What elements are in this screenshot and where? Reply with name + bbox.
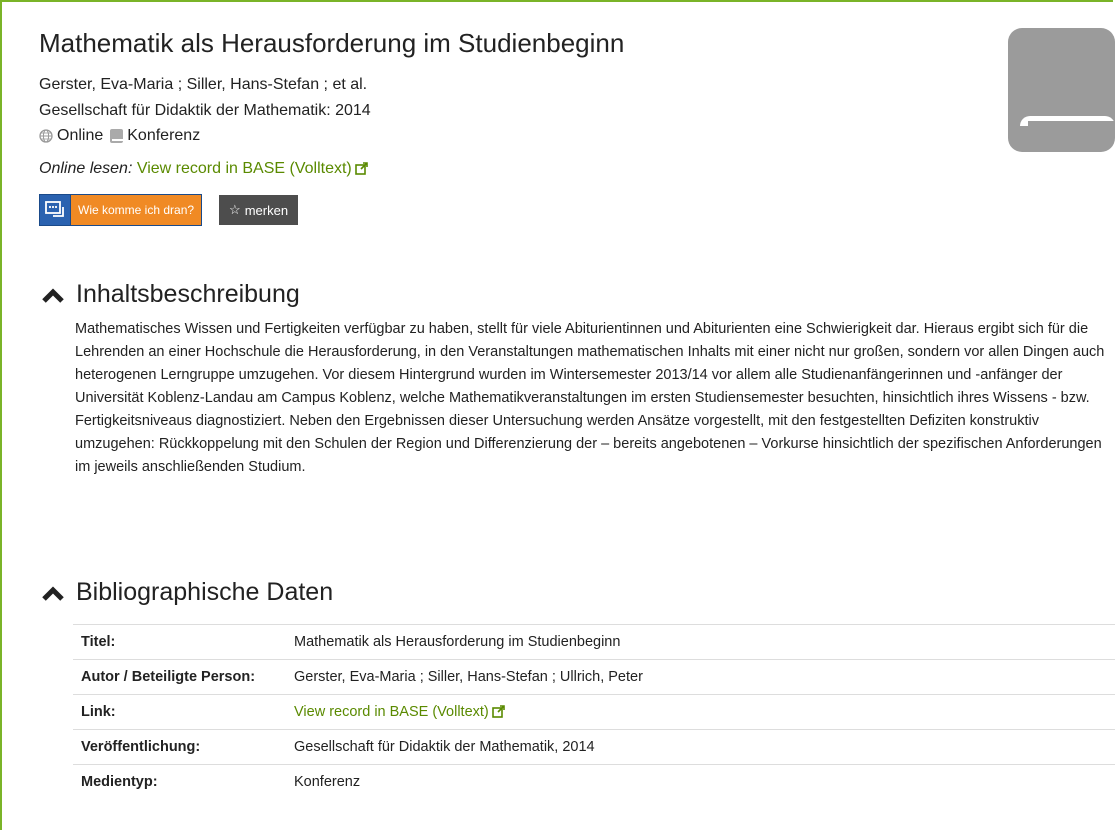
online-read-label: Online lesen: xyxy=(39,160,133,177)
publisher: Gesellschaft für Didaktik der Mathematik… xyxy=(39,102,336,119)
bib-key: Medientyp: xyxy=(73,764,286,799)
chevron-up-icon xyxy=(42,287,64,303)
table-row: Autor / Beteiligte Person: Gerster, Eva-… xyxy=(73,659,1115,695)
bib-value: Mathematik als Herausforderung im Studie… xyxy=(286,624,1115,660)
wie-komme-ich-dran-button[interactable]: Wie komme ich dran? xyxy=(39,194,203,226)
book-cover-icon xyxy=(1008,28,1115,152)
book-icon xyxy=(110,129,124,143)
description-section-toggle[interactable]: Inhaltsbeschreibung xyxy=(42,280,300,309)
bib-section-toggle[interactable]: Bibliographische Daten xyxy=(42,578,333,607)
base-link-text: View record in BASE (Volltext) xyxy=(136,160,352,177)
bib-value: Gesellschaft für Didaktik der Mathematik… xyxy=(286,729,1115,765)
description-heading: Inhaltsbeschreibung xyxy=(76,280,300,308)
external-link-icon xyxy=(491,705,505,718)
publisher-line: Gesellschaft für Didaktik der Mathematik… xyxy=(39,102,371,120)
bib-key: Autor / Beteiligte Person: xyxy=(73,659,286,695)
merken-label: merken xyxy=(244,202,289,218)
bib-value: Gerster, Eva-Maria ; Siller, Hans-Stefan… xyxy=(286,659,1115,695)
description-text: Mathematisches Wissen und Fertigkeiten v… xyxy=(75,321,1105,475)
wkid-label: Wie komme ich dran? xyxy=(71,195,202,225)
star-icon: ☆ xyxy=(229,202,241,217)
bib-table: Titel: Mathematik als Herausforderung im… xyxy=(73,624,1115,799)
format-list: Online Konferenz xyxy=(39,127,200,145)
bib-heading: Bibliographische Daten xyxy=(76,578,334,606)
table-row: Titel: Mathematik als Herausforderung im… xyxy=(73,624,1115,660)
format-label-konferenz: Konferenz xyxy=(127,127,201,144)
merken-button[interactable]: ☆ merken xyxy=(219,195,299,225)
authors: Gerster, Eva-Maria ; Siller, Hans-Stefan… xyxy=(39,76,368,93)
bib-link-text: View record in BASE (Volltext) xyxy=(294,704,489,720)
bib-key: Veröffentlichung: xyxy=(73,729,286,765)
bib-key: Link: xyxy=(73,694,286,730)
globe-icon xyxy=(39,129,53,143)
table-row: Veröffentlichung: Gesellschaft für Didak… xyxy=(73,729,1115,765)
table-row: Medientyp: Konferenz xyxy=(73,764,1115,799)
online-read-line: Online lesen: View record in BASE (Vollt… xyxy=(39,160,368,178)
bib-key: Titel: xyxy=(73,624,286,660)
bib-value: Konferenz xyxy=(286,764,1115,799)
year: 2014 xyxy=(335,102,371,119)
chevron-up-icon xyxy=(42,585,64,601)
bib-link-cell: View record in BASE (Volltext) xyxy=(286,694,1115,730)
table-row: Link: View record in BASE (Volltext) xyxy=(73,694,1115,730)
base-fulltext-link[interactable]: View record in BASE (Volltext) xyxy=(137,160,368,177)
bib-base-link[interactable]: View record in BASE (Volltext) xyxy=(294,704,505,720)
external-link-icon xyxy=(354,162,368,175)
delivery-icon xyxy=(40,195,71,225)
format-label-online: Online xyxy=(57,127,104,144)
record-actions: Wie komme ich dran? ☆ merken xyxy=(39,194,299,226)
record-title: Mathematik als Herausforderung im Studie… xyxy=(39,28,625,58)
